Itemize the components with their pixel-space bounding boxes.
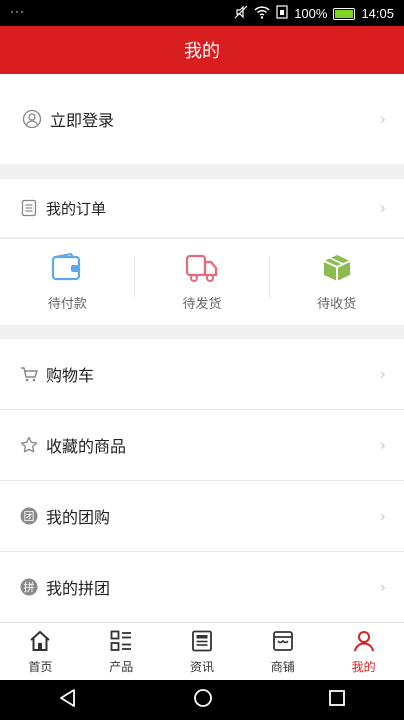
pin-group-label: 我的拼团 — [46, 579, 111, 598]
wallet-icon — [51, 252, 83, 287]
tab-news[interactable]: 资讯 — [162, 623, 243, 681]
user-circle-icon — [22, 109, 42, 129]
tab-label: 我的 — [351, 659, 376, 674]
chevron-right-icon: › — [379, 109, 386, 129]
tab-label: 商铺 — [270, 659, 295, 674]
sim-icon — [276, 5, 288, 22]
order-status-pending-payment[interactable]: 待付款 — [0, 239, 135, 325]
home-circle-icon[interactable] — [193, 688, 213, 712]
page-header: 我的 — [0, 26, 404, 74]
news-icon — [191, 630, 213, 656]
recent-apps-icon[interactable] — [328, 689, 346, 711]
home-icon — [29, 630, 51, 656]
group-buy-row[interactable]: 团 我的团购 › — [0, 481, 404, 551]
status-bar: ··· 100% 14:05 — [0, 0, 404, 26]
favorites-label: 收藏的商品 — [46, 437, 127, 456]
chevron-right-icon: › — [379, 198, 386, 218]
tab-store[interactable]: 商铺 — [242, 623, 323, 681]
cart-label: 购物车 — [46, 366, 95, 385]
group-buy-icon-text: 团 — [24, 510, 35, 523]
battery-icon — [333, 7, 356, 20]
pin-group-icon-text: 拼 — [24, 580, 35, 594]
orders-list-icon — [20, 199, 38, 217]
system-nav-bar — [0, 680, 404, 720]
my-orders-row[interactable]: 我的订单 › — [0, 179, 404, 237]
back-icon[interactable] — [58, 688, 78, 712]
tab-label: 产品 — [109, 659, 134, 674]
chevron-right-icon: › — [379, 435, 386, 455]
star-icon — [20, 436, 38, 454]
tab-products[interactable]: 产品 — [81, 623, 162, 681]
tab-label: 资讯 — [189, 659, 214, 674]
chevron-right-icon: › — [379, 577, 386, 597]
package-icon — [321, 253, 353, 287]
wifi-icon — [254, 5, 270, 22]
notification-dots: ··· — [10, 4, 25, 18]
group-buy-label: 我的团购 — [46, 508, 111, 527]
divider — [269, 256, 270, 298]
favorites-row[interactable]: 收藏的商品 › — [0, 410, 404, 480]
bottom-tab-bar: 首页 产品 资讯 商铺 我的 — [0, 622, 404, 681]
group-buy-icon: 团 — [20, 507, 38, 525]
order-status-bar: 待付款 待发货 待收货 — [0, 239, 404, 325]
battery-percent: 100% — [294, 6, 328, 21]
pin-group-icon: 拼 — [20, 578, 38, 596]
chevron-right-icon: › — [379, 364, 386, 384]
page-title: 我的 — [184, 41, 220, 62]
login-row[interactable]: 立即登录 › — [0, 74, 404, 164]
user-icon — [353, 630, 375, 656]
cart-icon — [20, 365, 38, 383]
mute-icon — [234, 5, 248, 22]
tab-home[interactable]: 首页 — [0, 623, 81, 681]
grid-icon — [110, 630, 132, 656]
store-icon — [272, 630, 294, 656]
order-status-label: 待发货 — [182, 296, 222, 312]
chevron-right-icon: › — [379, 506, 386, 526]
order-status-label: 待收货 — [317, 296, 357, 312]
my-orders-label: 我的订单 — [46, 199, 107, 218]
clock: 14:05 — [361, 6, 394, 21]
order-status-pending-shipment[interactable]: 待发货 — [135, 239, 270, 325]
cart-row[interactable]: 购物车 › — [0, 339, 404, 409]
login-label: 立即登录 — [50, 111, 115, 130]
divider — [134, 256, 135, 298]
pin-group-row[interactable]: 拼 我的拼团 › — [0, 552, 404, 622]
tab-label: 首页 — [28, 659, 53, 674]
tab-mine[interactable]: 我的 — [323, 623, 404, 681]
order-status-label: 待付款 — [47, 296, 87, 312]
order-status-pending-receipt[interactable]: 待收货 — [269, 239, 404, 325]
truck-icon — [185, 253, 219, 287]
